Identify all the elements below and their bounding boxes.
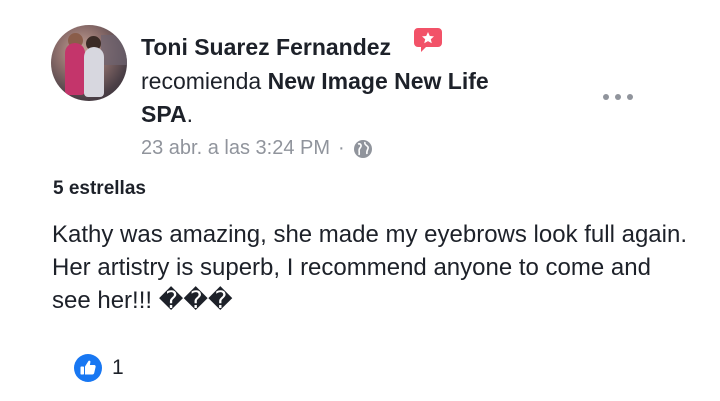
dot-icon xyxy=(627,94,633,100)
rating-label: 5 estrellas xyxy=(53,178,146,199)
post-text: Kathy was amazing, she made my eyebrows … xyxy=(52,221,687,314)
author-name[interactable]: Toni Suarez Fernandez xyxy=(141,34,391,61)
period: . xyxy=(186,101,193,127)
like-count: 1 xyxy=(112,356,124,379)
post-meta: 23 abr. a las 3:24 PM · xyxy=(141,137,373,160)
page-name-continued[interactable]: SPA xyxy=(141,101,187,127)
dot-icon xyxy=(603,94,609,100)
recommend-verb: recomienda xyxy=(141,68,262,94)
like-icon xyxy=(74,354,102,382)
reactions-summary[interactable]: 1 xyxy=(74,354,124,382)
timestamp[interactable]: 23 abr. a las 3:24 PM xyxy=(141,137,330,160)
page-name[interactable]: New Image New Life xyxy=(268,68,489,94)
recommend-line-2: SPA. xyxy=(141,101,193,128)
dot-icon xyxy=(615,94,621,100)
avatar[interactable] xyxy=(51,25,127,101)
meta-separator: · xyxy=(338,137,345,159)
recommend-line: recomienda New Image New Life xyxy=(141,68,489,95)
recommend-badge-icon xyxy=(414,28,442,52)
globe-icon xyxy=(353,139,372,158)
more-options-button[interactable] xyxy=(603,91,633,103)
